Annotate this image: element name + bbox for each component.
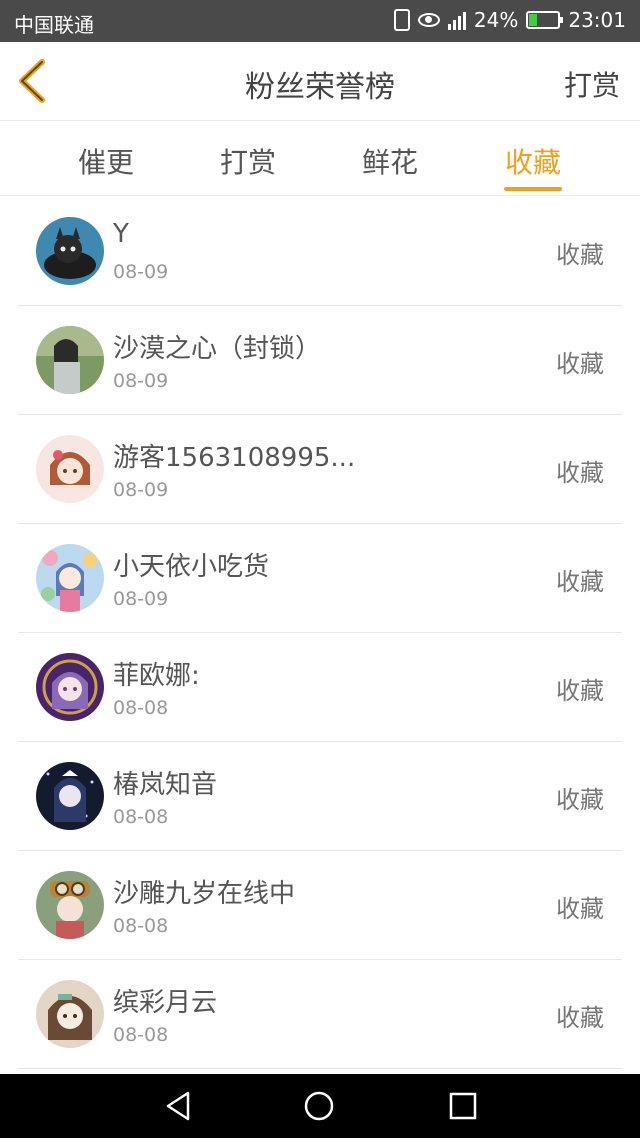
page-title: 粉丝荣誉榜 [245, 70, 395, 105]
battery-icon [526, 11, 564, 29]
tab-bar: 催更 打赏 鲜花 收藏 [0, 121, 640, 196]
user-name: 小天依小吃货 [113, 552, 270, 582]
date: 08-08 [113, 697, 169, 719]
battery-percent: 24% [473, 8, 519, 32]
tab-label: 催更 [77, 146, 134, 179]
list-item[interactable]: Y 08-09 收藏 [18, 197, 622, 306]
list-item[interactable]: 小天依小吃货 08-09 收藏 [18, 524, 622, 633]
date: 08-09 [113, 261, 169, 283]
date: 08-09 [113, 588, 169, 610]
avatar [36, 326, 104, 394]
avatar [36, 762, 104, 830]
triangle-back-icon[interactable] [162, 1090, 194, 1122]
action-label: 收藏 [556, 568, 604, 596]
square-recents-icon[interactable] [447, 1090, 479, 1122]
system-nav-bar [0, 1074, 640, 1138]
carrier-label: 中国联通 [14, 13, 94, 37]
tab-flowers[interactable]: 鲜花 [340, 141, 440, 181]
fan-list: Y 08-09 收藏 沙漠之心（封锁） 08-09 收藏 游客156310899… [18, 197, 622, 1069]
date: 08-09 [113, 479, 169, 501]
user-name: 游客1563108995... [113, 443, 356, 473]
action-label: 收藏 [556, 459, 604, 487]
tab-urge[interactable]: 催更 [56, 141, 156, 181]
avatar [36, 653, 104, 721]
list-item[interactable]: 菲欧娜: 08-08 收藏 [18, 633, 622, 742]
user-name: 缤彩月云 [113, 988, 218, 1018]
date: 08-08 [113, 1024, 169, 1046]
clock: 23:01 [568, 8, 626, 32]
action-label: 收藏 [556, 895, 604, 923]
action-label: 收藏 [556, 241, 604, 269]
list-item[interactable]: 缤彩月云 08-08 收藏 [18, 960, 622, 1069]
action-label: 收藏 [556, 786, 604, 814]
list-item[interactable]: 游客1563108995... 08-09 收藏 [18, 415, 622, 524]
user-name: Y [113, 219, 129, 249]
tab-reward[interactable]: 打赏 [198, 141, 298, 181]
date: 08-08 [113, 806, 169, 828]
date: 08-08 [113, 915, 169, 937]
vibrate-icon [393, 9, 410, 31]
avatar [36, 871, 104, 939]
status-icons: 24% 23:01 [393, 8, 626, 32]
action-label: 收藏 [556, 1004, 604, 1032]
action-label: 收藏 [556, 350, 604, 378]
circle-home-icon[interactable] [303, 1090, 335, 1122]
date: 08-09 [113, 370, 169, 392]
list-item[interactable]: 椿岚知音 08-08 收藏 [18, 742, 622, 851]
avatar [36, 980, 104, 1048]
user-name: 椿岚知音 [113, 770, 218, 800]
tab-label: 鲜花 [361, 146, 418, 179]
eye-comfort-icon [417, 13, 440, 27]
status-bar: 中国联通 24% 23:01 [0, 0, 640, 42]
avatar [36, 217, 104, 285]
list-item[interactable]: 沙雕九岁在线中 08-08 收藏 [18, 851, 622, 960]
avatar [36, 544, 104, 612]
signal-icon [447, 10, 466, 30]
tab-label: 收藏 [504, 146, 561, 179]
app-header: 粉丝荣誉榜 打赏 [0, 42, 640, 121]
user-name: 沙雕九岁在线中 [113, 879, 296, 909]
action-label: 收藏 [556, 677, 604, 705]
list-item[interactable]: 沙漠之心（封锁） 08-09 收藏 [18, 306, 622, 415]
reward-button[interactable]: 打赏 [564, 64, 620, 104]
avatar [36, 435, 104, 503]
user-name: 菲欧娜: [113, 661, 200, 691]
tab-label: 打赏 [219, 146, 276, 179]
active-tab-indicator [504, 187, 562, 191]
user-name: 沙漠之心（封锁） [113, 334, 322, 364]
tab-collect[interactable]: 收藏 [483, 141, 583, 191]
